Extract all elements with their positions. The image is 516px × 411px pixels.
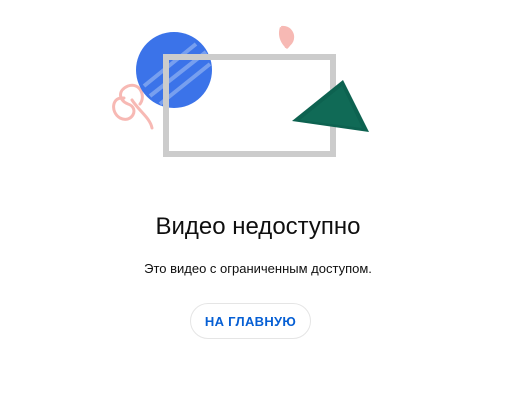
unavailable-video-illustration (112, 25, 369, 157)
pink-squiggle-tail (130, 98, 154, 130)
go-home-button[interactable]: НА ГЛАВНУЮ (190, 303, 311, 339)
page-subtitle: Это видео с ограниченным доступом. (144, 261, 372, 276)
pink-squiggle-decoration (112, 83, 144, 121)
page-title: Видео недоступно (155, 213, 361, 240)
go-home-button-label: НА ГЛАВНУЮ (204, 313, 297, 329)
unavailable-video-page: Видео недоступно Это видео с ограниченны… (0, 0, 516, 411)
